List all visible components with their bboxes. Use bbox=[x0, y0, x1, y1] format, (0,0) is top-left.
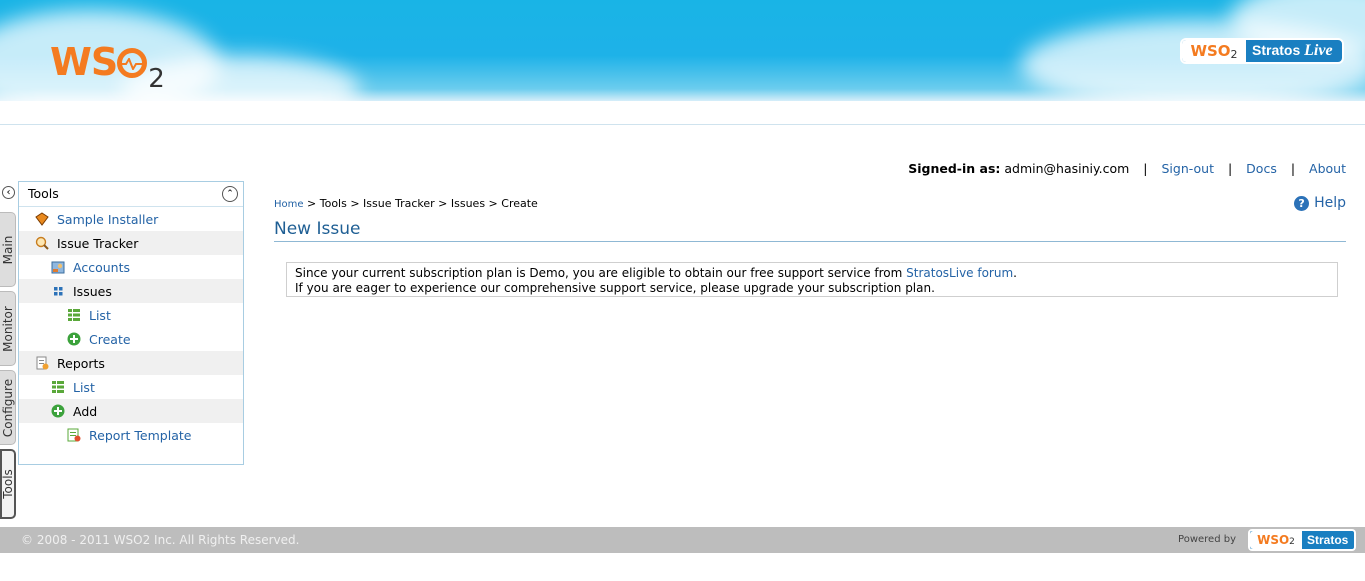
help-link[interactable]: ? Help bbox=[1294, 195, 1346, 211]
add-icon bbox=[67, 332, 81, 346]
tools-menu-panel: Tools ⌃ Sample Installer Issue Tracker A… bbox=[18, 181, 244, 465]
grid-icon bbox=[51, 284, 65, 298]
menu-item-label: List bbox=[89, 307, 111, 323]
menu-item-label: List bbox=[73, 379, 95, 395]
tab-monitor[interactable]: Monitor bbox=[0, 291, 16, 366]
tab-configure[interactable]: Configure bbox=[0, 370, 16, 445]
menu-item-issues: Issues bbox=[19, 279, 243, 303]
about-link[interactable]: About bbox=[1309, 161, 1346, 176]
menu-heading-label: Tools bbox=[28, 186, 59, 201]
notice-line-2: If you are eager to experience our compr… bbox=[295, 281, 935, 295]
menu-item-label: Report Template bbox=[89, 427, 192, 443]
menu-item-label: Sample Installer bbox=[57, 211, 159, 227]
collapse-left-icon[interactable]: ‹ bbox=[2, 186, 15, 199]
menu-item-issue-tracker: Issue Tracker bbox=[19, 231, 243, 255]
wso2-logo[interactable]: WS 2 bbox=[50, 40, 165, 94]
menu-item-reports-add[interactable]: Add bbox=[19, 399, 243, 423]
menu-item-reports-list[interactable]: List bbox=[19, 375, 243, 399]
reports-icon bbox=[35, 356, 49, 370]
breadcrumb-trail: > Tools > Issue Tracker > Issues > Creat… bbox=[303, 197, 538, 210]
footer-wso2-mark: WSO 2 bbox=[1250, 531, 1302, 549]
badge-wso2-mark: WSO 2 bbox=[1182, 40, 1246, 62]
menu-item-label: Accounts bbox=[73, 259, 130, 275]
signed-in-user: admin@hasiniy.com bbox=[1004, 161, 1130, 176]
sign-out-link[interactable]: Sign-out bbox=[1162, 161, 1214, 176]
add-icon bbox=[51, 404, 65, 418]
link-separator: | bbox=[1227, 161, 1233, 176]
menu-item-report-template[interactable]: Report Template bbox=[19, 423, 243, 447]
report-template-icon bbox=[67, 428, 81, 442]
footer-stratos-badge[interactable]: WSO 2 Stratos bbox=[1248, 529, 1356, 551]
issue-tracker-icon bbox=[35, 236, 49, 250]
menu-item-label: Reports bbox=[57, 355, 105, 371]
powered-by-label: Powered by bbox=[1178, 534, 1236, 545]
installer-icon bbox=[35, 212, 49, 226]
help-icon: ? bbox=[1294, 195, 1310, 211]
signed-in-label: Signed-in as: bbox=[908, 161, 1001, 176]
menu-item-label: Add bbox=[73, 403, 98, 419]
breadcrumb-home-link[interactable]: Home bbox=[274, 199, 304, 210]
docs-link[interactable]: Docs bbox=[1246, 161, 1277, 176]
collapse-up-icon[interactable]: ⌃ bbox=[222, 186, 238, 202]
list-icon bbox=[51, 380, 65, 394]
menu-item-sample-installer[interactable]: Sample Installer bbox=[19, 207, 243, 231]
page-title: New Issue bbox=[274, 219, 1346, 242]
list-icon bbox=[67, 308, 81, 322]
breadcrumb: Home > Tools > Issue Tracker > Issues > … bbox=[274, 197, 538, 210]
link-separator: | bbox=[1290, 161, 1296, 176]
tab-main-label: Main bbox=[0, 235, 15, 264]
badge-product-name: Stratos Live bbox=[1252, 42, 1333, 59]
tab-tools[interactable]: Tools bbox=[0, 449, 16, 519]
help-label: Help bbox=[1314, 195, 1346, 211]
user-links-bar: Signed-in as: admin@hasiniy.com | Sign-o… bbox=[908, 161, 1346, 176]
stratoslive-badge: WSO 2 Stratos Live bbox=[1180, 38, 1344, 64]
menu-item-reports: Reports bbox=[19, 351, 243, 375]
menu-item-label: Issues bbox=[73, 283, 112, 299]
link-separator: | bbox=[1143, 161, 1148, 176]
menu-item-issues-list[interactable]: List bbox=[19, 303, 243, 327]
menu-item-accounts[interactable]: Accounts bbox=[19, 255, 243, 279]
menu-item-label: Create bbox=[89, 331, 131, 347]
header-divider bbox=[0, 124, 1365, 125]
notice-text: Since your current subscription plan is … bbox=[295, 266, 907, 280]
notice-line-1: Since your current subscription plan is … bbox=[295, 266, 1329, 281]
tab-monitor-label: Monitor bbox=[0, 305, 15, 352]
tab-tools-label: Tools bbox=[1, 469, 15, 499]
menu-heading: Tools ⌃ bbox=[19, 182, 243, 207]
subscription-notice: Since your current subscription plan is … bbox=[286, 262, 1338, 297]
menu-item-label: Issue Tracker bbox=[57, 235, 139, 251]
accounts-icon bbox=[51, 260, 65, 274]
header-banner: WS 2 WSO 2 Stratos Live bbox=[0, 0, 1365, 101]
menu-item-issues-create[interactable]: Create bbox=[19, 327, 243, 351]
stratoslive-forum-link[interactable]: StratosLive forum bbox=[906, 266, 1013, 280]
footer-badge-product: Stratos bbox=[1307, 533, 1349, 547]
notice-text: . bbox=[1013, 266, 1017, 280]
copyright-text: © 2008 - 2011 WSO2 Inc. All Rights Reser… bbox=[21, 533, 300, 547]
footer: © 2008 - 2011 WSO2 Inc. All Rights Reser… bbox=[0, 527, 1365, 553]
tab-main[interactable]: Main bbox=[0, 212, 16, 287]
tab-configure-label: Configure bbox=[0, 378, 15, 437]
